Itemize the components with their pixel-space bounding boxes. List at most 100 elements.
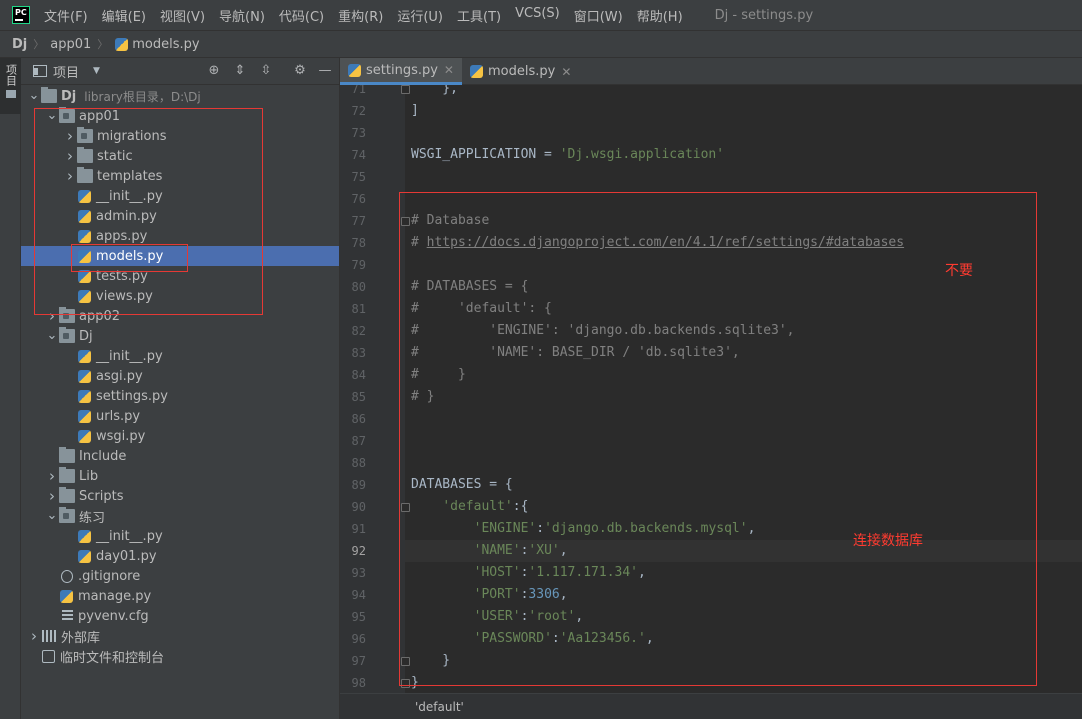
crosshair-icon[interactable]: ⊕	[207, 64, 221, 78]
tree-item[interactable]: ⌄ app01	[21, 106, 339, 126]
project-tool-window-tab[interactable]: 项目	[0, 58, 21, 114]
tree-item[interactable]: ›__init__.py	[21, 186, 339, 206]
chevron-right-icon[interactable]: ›	[63, 167, 77, 185]
tree-item[interactable]: ›apps.py	[21, 226, 339, 246]
code-editor[interactable]: 71 72 73 74 75 76 77 78 79 80 81 82 83 84 85 86 87 88 89 90…	[340, 85, 1082, 693]
tree-item[interactable]: ›urls.py	[21, 406, 339, 426]
structure-breadcrumb[interactable]: 'default'	[415, 700, 464, 714]
tree-item[interactable]: ⌄ 练习	[21, 506, 339, 526]
code-line[interactable]: DATABASES = {	[411, 474, 513, 496]
code-line[interactable]: 'PORT':3306,	[411, 584, 568, 606]
code-token: 3306	[528, 587, 560, 602]
chevron-down-icon[interactable]: ⌄	[45, 109, 59, 122]
code-line[interactable]: 'default':{	[411, 496, 528, 518]
code-line[interactable]: # 'default': {	[411, 298, 552, 320]
menu-item[interactable]: 视图(V)	[160, 6, 205, 25]
chevron-down-icon[interactable]: ▼	[93, 66, 100, 76]
tree-item[interactable]: ⌄ Dj	[21, 326, 339, 346]
code-line[interactable]: # }	[411, 386, 434, 408]
code-line[interactable]: # DATABASES = {	[411, 276, 528, 298]
project-panel-title[interactable]: 项目	[53, 62, 79, 81]
tree-item[interactable]: › static	[21, 146, 339, 166]
tree-item[interactable]: ›tests.py	[21, 266, 339, 286]
chevron-down-icon[interactable]: ⌄	[45, 329, 59, 342]
menu-item[interactable]: 工具(T)	[457, 6, 501, 25]
fold-marker-icon[interactable]	[401, 85, 410, 94]
tree-item[interactable]: ›临时文件和控制台	[21, 646, 339, 666]
code-line[interactable]: ]	[411, 100, 419, 122]
tree-item[interactable]: ›wsgi.py	[21, 426, 339, 446]
code-line[interactable]: # https://docs.djangoproject.com/en/4.1/…	[411, 232, 904, 254]
code-line[interactable]: }	[411, 672, 419, 693]
menu-item[interactable]: 代码(C)	[279, 6, 324, 25]
tree-item[interactable]: ›day01.py	[21, 546, 339, 566]
tree-item[interactable]: ›asgi.py	[21, 366, 339, 386]
tree-item[interactable]: ›__init__.py	[21, 526, 339, 546]
menu-item[interactable]: 运行(U)	[397, 6, 443, 25]
code-line[interactable]: # 'NAME': BASE_DIR / 'db.sqlite3',	[411, 342, 740, 364]
menu-item[interactable]: 编辑(E)	[102, 6, 146, 25]
chevron-right-icon[interactable]: ›	[27, 627, 41, 645]
menu-item[interactable]: 文件(F)	[44, 6, 88, 25]
code-line[interactable]: 'PASSWORD':'Aa123456.',	[411, 628, 654, 650]
tab-models-py[interactable]: models.py ✕	[462, 58, 579, 85]
close-icon[interactable]: ✕	[561, 65, 571, 79]
collapse-all-icon[interactable]: ⇳	[259, 64, 273, 78]
tree-item[interactable]: ›__init__.py	[21, 346, 339, 366]
tree-item[interactable]: ›settings.py	[21, 386, 339, 406]
tree-item[interactable]: ›pyvenv.cfg	[21, 606, 339, 626]
code-line[interactable]: }	[411, 650, 450, 672]
fold-marker-icon[interactable]	[401, 657, 410, 666]
pycharm-logo-icon[interactable]: PC	[12, 6, 30, 24]
tree-item[interactable]: ›admin.py	[21, 206, 339, 226]
breadcrumb-file[interactable]: models.py	[114, 37, 200, 52]
code-line[interactable]: 'HOST':'1.117.171.34',	[411, 562, 646, 584]
code-line[interactable]: 'NAME':'XU',	[411, 540, 568, 562]
tree-item[interactable]: › migrations	[21, 126, 339, 146]
menu-item[interactable]: 重构(R)	[338, 6, 383, 25]
python-file-icon	[78, 549, 91, 563]
menu-item[interactable]: 导航(N)	[219, 6, 265, 25]
tree-item[interactable]: ›.gitignore	[21, 566, 339, 586]
code-line[interactable]: # }	[411, 364, 466, 386]
fold-marker-icon[interactable]	[401, 503, 410, 512]
chevron-right-icon[interactable]: ›	[63, 147, 77, 165]
line-number-gutter[interactable]: 71 72 73 74 75 76 77 78 79 80 81 82 83 84 85 86 87 88 89 90…	[340, 85, 405, 693]
code-token: 'PORT'	[473, 587, 521, 602]
tree-item[interactable]: › templates	[21, 166, 339, 186]
tree-item[interactable]: › Lib	[21, 466, 339, 486]
code-line[interactable]: WSGI_APPLICATION = 'Dj.wsgi.application'	[411, 144, 724, 166]
scratches-icon	[42, 649, 55, 663]
fold-marker-icon[interactable]	[401, 679, 410, 688]
code-line[interactable]: # 'ENGINE': 'django.db.backends.sqlite3'…	[411, 320, 795, 342]
chevron-right-icon[interactable]: ›	[45, 307, 59, 325]
tree-item[interactable]: ›views.py	[21, 286, 339, 306]
code-line[interactable]: 'ENGINE':'django.db.backends.mysql',	[411, 518, 756, 540]
tree-item[interactable]: › Scripts	[21, 486, 339, 506]
menu-item[interactable]: 帮助(H)	[637, 6, 683, 25]
tab-settings-py[interactable]: settings.py ✕	[340, 58, 462, 85]
close-icon[interactable]: ✕	[444, 63, 454, 77]
chevron-down-icon[interactable]: ⌄	[27, 89, 41, 102]
chevron-right-icon[interactable]: ›	[45, 487, 59, 505]
tree-item[interactable]: › 外部库	[21, 626, 339, 646]
tree-item[interactable]: ⌄ Dj library根目录，D:\Dj	[21, 86, 339, 106]
chevron-right-icon[interactable]: ›	[63, 127, 77, 145]
breadcrumb-folder[interactable]: app01	[50, 37, 91, 52]
gear-icon[interactable]: ⚙	[293, 64, 307, 78]
minimize-icon[interactable]: —	[318, 64, 332, 78]
code-line[interactable]: },	[411, 85, 458, 100]
code-line[interactable]: # Database	[411, 210, 489, 232]
chevron-right-icon[interactable]: ›	[45, 467, 59, 485]
fold-marker-icon[interactable]	[401, 217, 410, 226]
tree-item[interactable]: ›models.py	[21, 246, 339, 266]
chevron-down-icon[interactable]: ⌄	[45, 509, 59, 522]
breadcrumb-project[interactable]: Dj	[12, 37, 27, 52]
tree-item[interactable]: › app02	[21, 306, 339, 326]
menu-item[interactable]: VCS(S)	[515, 6, 560, 25]
menu-item[interactable]: 窗口(W)	[574, 6, 623, 25]
tree-item[interactable]: ›manage.py	[21, 586, 339, 606]
code-line[interactable]: 'USER':'root',	[411, 606, 584, 628]
tree-item[interactable]: ›Include	[21, 446, 339, 466]
expand-all-icon[interactable]: ⇕	[233, 64, 247, 78]
